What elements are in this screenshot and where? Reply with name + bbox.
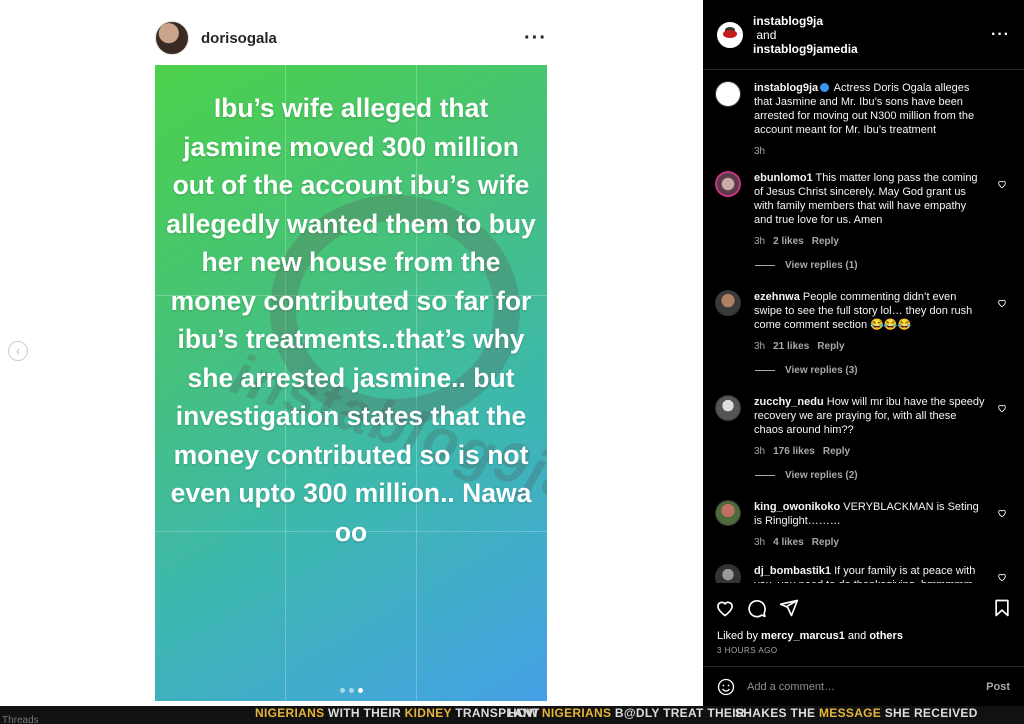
post-image-text: Ibu’s wife alleged that jasmine moved 30…: [166, 93, 536, 547]
comment-likes[interactable]: 176 likes: [773, 445, 815, 459]
background-headline-1: NIGERIANS WITH THEIR KIDNEY TRANSPLANT: [255, 706, 540, 720]
comment-username[interactable]: dj_bombastik1: [754, 565, 831, 577]
background-headline-3: SHAKES THE MESSAGE SHE RECEIVED: [735, 706, 978, 720]
author-avatar[interactable]: [155, 21, 189, 55]
account-link-2[interactable]: instablog9jamedia: [753, 42, 858, 56]
liked-by-and: and: [847, 630, 867, 642]
commenter-avatar[interactable]: [715, 290, 741, 316]
comment-likes[interactable]: 21 likes: [773, 340, 809, 354]
headline-part: KIDNEY: [404, 706, 452, 720]
reply-button[interactable]: Reply: [817, 340, 844, 354]
post-time: 3 HOURS AGO: [717, 646, 778, 655]
account-avatar[interactable]: [717, 21, 743, 48]
verified-badge-icon: [820, 83, 830, 92]
more-options-icon[interactable]: ···: [524, 28, 547, 48]
carousel-dot-active: [357, 688, 363, 693]
view-replies-label: View replies (2): [785, 470, 858, 481]
post-comment-button[interactable]: Post: [986, 681, 1010, 693]
headline-part: SHE RECEIVED: [884, 706, 978, 720]
view-replies-button[interactable]: View replies (1): [755, 260, 858, 271]
add-comment-bar: Post: [703, 666, 1024, 706]
comment-item: king_owonikoko VERYBLACKMAN is Seting is…: [715, 500, 1015, 550]
author-username[interactable]: dorisogala: [201, 30, 277, 47]
headline-part: HOW: [508, 706, 539, 720]
view-replies-label: View replies (3): [785, 365, 858, 376]
comment-username[interactable]: king_owonikoko: [754, 501, 840, 513]
panel-header: instablog9ja and instablog9jamedia ···: [703, 0, 1024, 70]
like-comment-heart-icon[interactable]: [997, 179, 1007, 189]
comment-input[interactable]: [747, 680, 987, 693]
comment-time: 3h: [754, 341, 766, 352]
comments-panel: instablog9ja and instablog9jamedia ··· i…: [703, 0, 1024, 706]
like-comment-heart-icon[interactable]: [997, 403, 1007, 413]
comment-time: 3h: [754, 537, 766, 548]
headline-part: SHAKES THE: [735, 706, 816, 720]
threads-label: Threads: [2, 715, 39, 724]
commenter-avatar[interactable]: [715, 395, 741, 421]
view-replies-button[interactable]: View replies (2): [755, 470, 858, 481]
reply-button[interactable]: Reply: [823, 445, 850, 459]
headline-part: B@DLY TREAT THEIR: [614, 706, 745, 720]
emoji-smiley-icon[interactable]: [717, 678, 735, 696]
like-comment-heart-icon[interactable]: [997, 572, 1007, 582]
liked-by-others[interactable]: others: [869, 630, 903, 642]
share-paper-plane-icon[interactable]: [779, 598, 799, 618]
headline-part: NIGERIANS: [541, 706, 612, 720]
replies-line: [755, 475, 775, 476]
comment-item: zucchy_nedu How will mr ibu have the spe…: [715, 395, 1015, 459]
post-caption: instablog9ja Actress Doris Ogala alleges…: [715, 81, 1015, 159]
previous-arrow-icon[interactable]: ‹: [8, 341, 28, 361]
comment-item: ebunlomo1 This matter long pass the comi…: [715, 171, 1015, 249]
instagram-post-view: dorisogala ··· instablog9ja Ibu’s wife a…: [0, 0, 1024, 724]
carousel-indicator: [155, 688, 547, 693]
commenter-avatar[interactable]: [715, 171, 741, 197]
replies-line: [755, 265, 775, 266]
post-actions-bar: [703, 588, 1024, 628]
comment-username[interactable]: ezehnwa: [754, 291, 800, 303]
comment-bubble-icon[interactable]: [747, 598, 767, 618]
save-bookmark-icon[interactable]: [992, 598, 1012, 618]
caption-avatar[interactable]: [715, 81, 741, 107]
comment-likes[interactable]: 2 likes: [773, 235, 804, 249]
more-options-icon[interactable]: ···: [991, 26, 1010, 44]
headline-part: MESSAGE: [818, 706, 882, 720]
media-card: dorisogala ··· instablog9ja Ibu’s wife a…: [0, 0, 703, 706]
carousel-dot: [339, 688, 345, 693]
background-strip: Threads NIGERIANS WITH THEIR KIDNEY TRAN…: [0, 706, 1024, 724]
commenter-avatar[interactable]: [715, 564, 741, 583]
caption-time: 3h: [754, 146, 766, 157]
like-comment-heart-icon[interactable]: [997, 508, 1007, 518]
headline-part: WITH THEIR: [328, 706, 402, 720]
liked-by-prefix: Liked by: [717, 630, 758, 642]
comment-item: dj_bombastik1 If your family is at peace…: [715, 564, 1015, 583]
like-heart-icon[interactable]: [715, 598, 735, 618]
commenter-avatar[interactable]: [715, 500, 741, 526]
reply-button[interactable]: Reply: [812, 235, 839, 249]
comments-list[interactable]: instablog9ja Actress Doris Ogala alleges…: [703, 71, 1024, 583]
liked-by: Liked by mercy_marcus1 and others: [717, 630, 903, 642]
reply-button[interactable]: Reply: [812, 536, 839, 550]
replies-line: [755, 370, 775, 371]
collab-accounts: instablog9ja and instablog9jamedia: [753, 14, 858, 56]
collab-and: and: [756, 27, 777, 42]
post-header: dorisogala ···: [155, 18, 547, 58]
carousel-dot: [348, 688, 354, 693]
comment-time: 3h: [754, 236, 766, 247]
caption-username[interactable]: instablog9ja: [754, 82, 818, 94]
account-link-1[interactable]: instablog9ja: [753, 14, 823, 28]
comment-username[interactable]: ebunlomo1: [754, 172, 813, 184]
view-replies-button[interactable]: View replies (3): [755, 365, 858, 376]
comment-item: ezehnwa People commenting didn’t even sw…: [715, 290, 1015, 354]
background-headline-2: HOW NIGERIANS B@DLY TREAT THEIR: [508, 706, 745, 720]
comment-time: 3h: [754, 446, 766, 457]
view-replies-label: View replies (1): [785, 260, 858, 271]
headline-part: NIGERIANS: [255, 706, 325, 720]
post-image[interactable]: instablog9ja Ibu’s wife alleged that jas…: [155, 65, 547, 701]
comment-likes[interactable]: 4 likes: [773, 536, 804, 550]
comment-username[interactable]: zucchy_nedu: [754, 396, 824, 408]
like-comment-heart-icon[interactable]: [997, 298, 1007, 308]
liked-by-user[interactable]: mercy_marcus1: [761, 630, 845, 642]
